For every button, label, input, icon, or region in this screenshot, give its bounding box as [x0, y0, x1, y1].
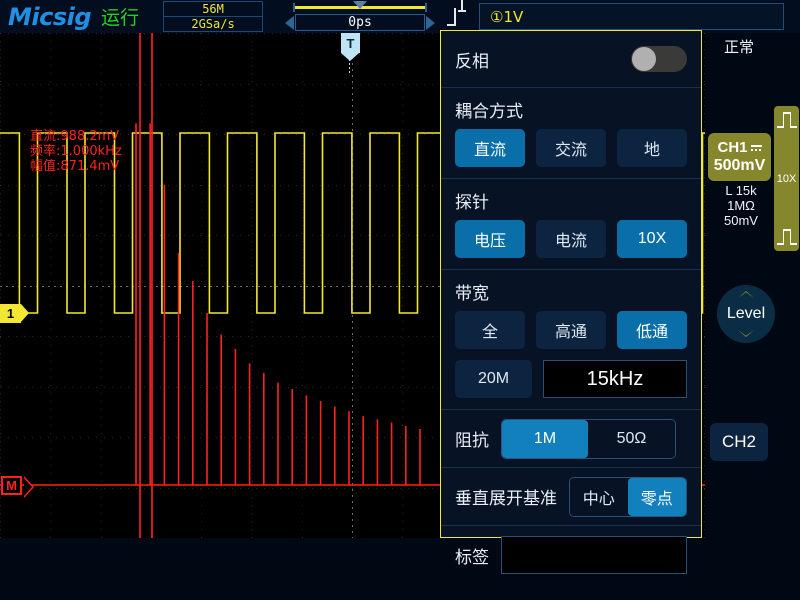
measurement-row: 直流:988.2mV: [30, 129, 120, 144]
measurement-label: 幅值: [30, 159, 57, 174]
bandwidth-option-full[interactable]: 全: [455, 311, 525, 349]
probe-label: 探针: [455, 193, 489, 212]
channel1-ground-marker[interactable]: 1: [0, 304, 29, 323]
position-right-arrow[interactable]: [426, 16, 436, 30]
vertical-reference-option-zero[interactable]: 零点: [627, 477, 686, 516]
probe-option-ratio[interactable]: 10X: [617, 220, 687, 258]
menu-row-impedance: 阻抗 1M 50Ω: [441, 410, 701, 468]
level-up-chevron-icon[interactable]: [738, 291, 754, 298]
measurement-value: 988.2mV: [60, 129, 120, 144]
position-left-arrow[interactable]: [285, 16, 295, 30]
bandwidth-preset-20m[interactable]: 20M: [455, 360, 532, 398]
math-ground-marker[interactable]: M: [1, 476, 34, 498]
menu-row-coupling: 耦合方式 直流 交流 地: [441, 88, 701, 179]
probe-option-current[interactable]: 电流: [536, 220, 606, 258]
measurement-label: 频率: [30, 144, 57, 159]
vertical-reference-segmented-control: 中心 零点: [569, 476, 687, 517]
label-field-label: 标签: [455, 547, 489, 567]
channel1-offset: 50mV: [724, 213, 758, 228]
menu-row-probe: 探针 电压 电流 10X: [441, 179, 701, 270]
channel1-info: L 15k 1MΩ 50mV: [705, 183, 777, 228]
measurement-row: 幅值:871.4mV: [30, 159, 120, 174]
trigger-level-value: ①1V: [490, 7, 524, 26]
brand-logo: Micsig: [8, 2, 92, 31]
menu-row-invert: 反相: [441, 31, 701, 88]
coupling-option-ac[interactable]: 交流: [536, 129, 606, 167]
run-state-indicator[interactable]: 运行: [101, 3, 139, 30]
channel2-button[interactable]: CH2: [710, 423, 768, 461]
sample-rate-value: 2GSa/s: [191, 17, 235, 31]
bandwidth-value[interactable]: 15kHz: [543, 360, 687, 398]
trigger-position-marker[interactable]: T: [341, 33, 360, 61]
memory-depth-block[interactable]: 56M 2GSa/s: [163, 1, 264, 32]
right-sidebar: 正常 10X CH1 500mV L 15k 1MΩ 50mV Level CH…: [705, 33, 800, 538]
level-knob-label: Level: [726, 305, 766, 322]
trigger-position-line: [349, 59, 350, 73]
trigger-level-box[interactable]: ①1V: [479, 3, 785, 30]
top-bar: Micsig 运行 56M 2GSa/s 0ps ①1V: [0, 0, 800, 33]
impedance-option-50ohm[interactable]: 50Ω: [588, 419, 675, 458]
coupling-option-dc[interactable]: 直流: [455, 129, 525, 167]
probe-option-voltage[interactable]: 电压: [455, 220, 525, 258]
channel1-scale: 500mV: [713, 157, 766, 174]
trigger-status: 正常: [724, 39, 755, 56]
measurement-row: 频率:1.000kHz: [30, 144, 122, 159]
vertical-reference-label: 垂直展开基准: [455, 489, 557, 508]
menu-row-label: 标签: [441, 526, 701, 584]
pulse-up-icon: [776, 112, 797, 128]
menu-row-bandwidth: 带宽 全 高通 低通 20M 15kHz: [441, 270, 701, 410]
bandwidth-option-lowpass[interactable]: 低通: [617, 311, 687, 349]
oscilloscope-screen: Micsig 运行 56M 2GSa/s 0ps ①1V 直流:988.2mV …: [0, 0, 800, 600]
rising-edge-icon[interactable]: [445, 5, 467, 29]
probe-ratio-control[interactable]: 10X: [774, 106, 799, 251]
measurement-label: 直流: [30, 129, 57, 144]
invert-label: 反相: [455, 51, 489, 71]
vertical-reference-option-center[interactable]: 中心: [570, 477, 628, 516]
channel1-bandwidth: L 15k: [725, 183, 757, 198]
invert-toggle[interactable]: [631, 46, 687, 72]
pulse-down-icon: [776, 229, 797, 245]
measurement-value: 1.000kHz: [60, 144, 122, 159]
channel1-name: CH1: [717, 139, 748, 156]
probe-ratio-value: 10X: [776, 172, 797, 185]
label-field-input[interactable]: [501, 536, 687, 574]
measurement-readouts: 直流:988.2mV 频率:1.000kHz 幅值:871.4mV: [30, 129, 122, 174]
impedance-label: 阻抗: [455, 431, 489, 450]
dc-coupling-icon: [750, 144, 762, 152]
trigger-level-knob[interactable]: Level: [717, 285, 775, 343]
impedance-segmented-control: 1M 50Ω: [501, 418, 676, 459]
bandwidth-label: 带宽: [455, 284, 489, 303]
memory-depth-value: 56M: [164, 2, 263, 17]
horizontal-position-value: 0ps: [295, 14, 426, 31]
coupling-label: 耦合方式: [455, 102, 523, 121]
menu-row-vertical-reference: 垂直展开基准 中心 零点: [441, 468, 701, 526]
measurement-value: 871.4mV: [60, 159, 120, 174]
channel1-badge[interactable]: CH1 500mV: [708, 133, 771, 181]
channel1-impedance: 1MΩ: [727, 198, 755, 213]
horizontal-position-block[interactable]: 0ps: [285, 1, 436, 32]
impedance-option-1m[interactable]: 1M: [502, 419, 588, 458]
memory-position-marker: [353, 1, 368, 9]
bandwidth-option-highpass[interactable]: 高通: [536, 311, 606, 349]
coupling-option-gnd[interactable]: 地: [617, 129, 687, 167]
channel-settings-menu: 反相 耦合方式 直流 交流 地 探针 电压 电流 10X 带宽 全 高通 低通 …: [440, 30, 702, 574]
level-down-chevron-icon[interactable]: [738, 330, 754, 337]
